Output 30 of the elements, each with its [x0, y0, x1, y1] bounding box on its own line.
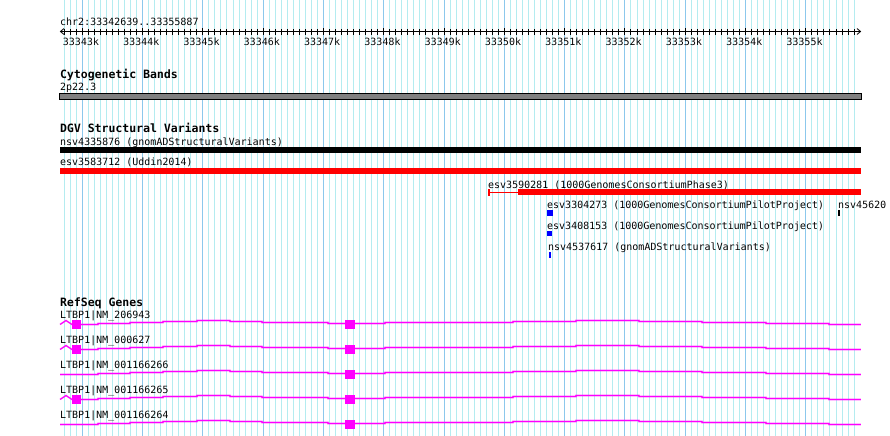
tick-label: 33345k — [183, 37, 220, 48]
band-label: 2p22.3 — [60, 82, 96, 93]
tick-label: 33353k — [666, 37, 702, 48]
tick-label: 33355k — [786, 37, 822, 48]
variant-label: nsv45620 — [838, 200, 886, 211]
gene-label: LTBP1|NM_001166265 — [60, 385, 168, 396]
gene-label: LTBP1|NM_206943 — [60, 310, 150, 321]
variant-label: esv3304273 (1000GenomesConsortiumPilotProject) — [547, 200, 824, 211]
tick-label: 33349k — [424, 37, 461, 48]
tick-label: 33354k — [726, 37, 762, 48]
variant-label: nsv4335876 (gnomADStructuralVariants) — [60, 137, 283, 148]
tick-label: 33352k — [605, 37, 642, 48]
track-title: RefSeq Genes — [60, 295, 144, 309]
tick-label: 33346k — [244, 37, 280, 48]
variant-label: esv3590281 (1000GenomesConsortiumPhase3) — [488, 180, 729, 191]
gene-label: LTBP1|NM_000627 — [60, 335, 150, 346]
variant-label: nsv4537617 (gnomADStructuralVariants) — [548, 242, 771, 253]
variant-label: esv3408153 (1000GenomesConsortiumPilotProject) — [547, 221, 824, 232]
track-title: Cytogenetic Bands — [60, 67, 178, 81]
tick-label: 33348k — [364, 37, 400, 48]
gene-label: LTBP1|NM_001166266 — [60, 360, 168, 371]
location-label: chr2:33342639..33355887 — [60, 17, 198, 28]
tick-label: 33343k — [62, 37, 99, 48]
variant-label: esv3583712 (Uddin2014) — [60, 157, 192, 168]
track-title: DGV Structural Variants — [60, 121, 220, 135]
tick-label: 33351k — [545, 37, 582, 48]
tick-label: 33344k — [123, 37, 160, 48]
tick-label: 33347k — [304, 37, 340, 48]
tick-label: 33350k — [484, 37, 521, 48]
gene-label: LTBP1|NM_001166264 — [60, 410, 168, 421]
